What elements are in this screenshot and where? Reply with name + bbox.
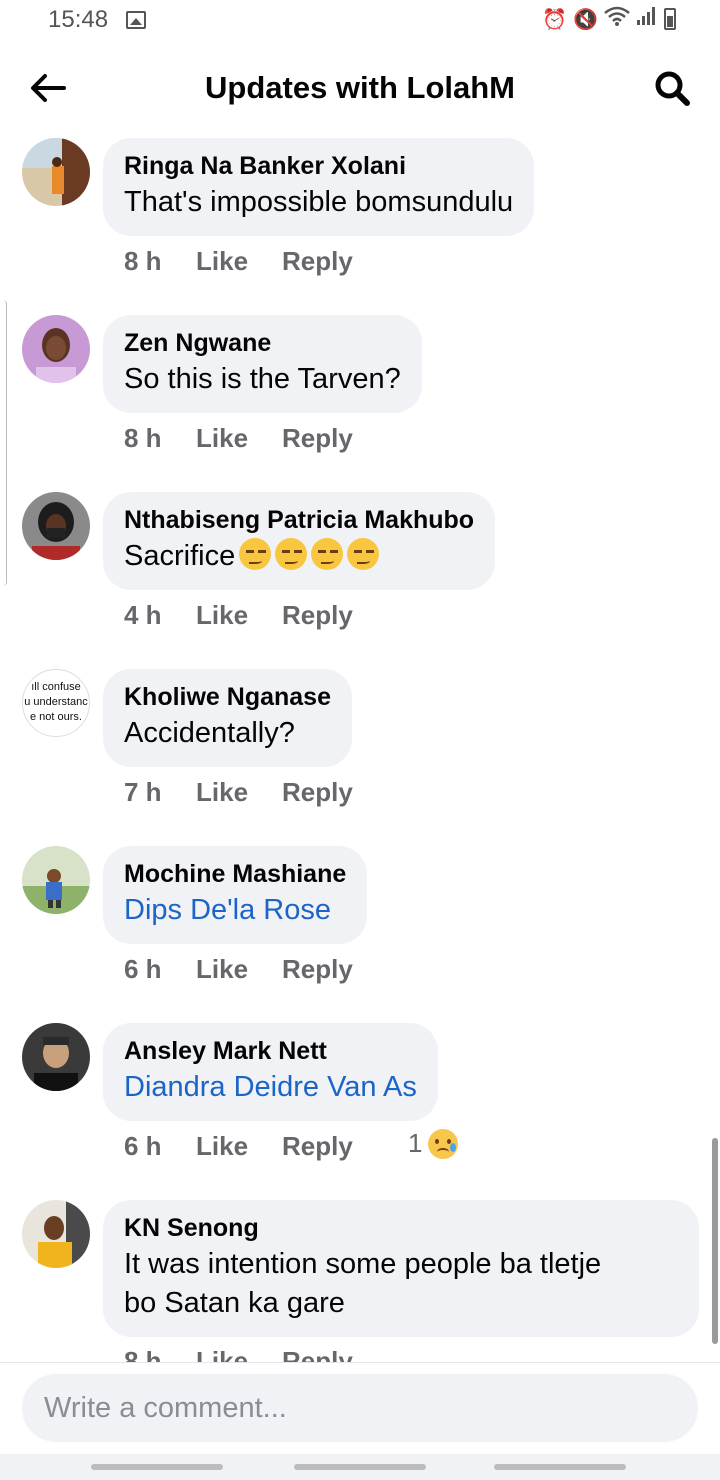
comment-time: 6 h bbox=[124, 1131, 162, 1161]
like-button[interactable]: Like bbox=[196, 600, 282, 631]
comment-bubble[interactable]: Ansley Mark Nett Diandra Deidre Van As bbox=[103, 1023, 438, 1121]
reply-button[interactable]: Reply bbox=[282, 1346, 353, 1362]
avatar[interactable] bbox=[22, 846, 90, 914]
comment-author[interactable]: Nthabiseng Patricia Makhubo bbox=[124, 505, 474, 535]
nav-back-button[interactable] bbox=[494, 1464, 626, 1470]
comment-list[interactable]: Ringa Na Banker Xolani That's impossible… bbox=[0, 128, 720, 1362]
scrollbar-thumb[interactable] bbox=[712, 1138, 718, 1344]
comment-text-line: bo Satan ka gare bbox=[124, 1287, 345, 1319]
tagged-user-link[interactable]: Diandra Deidre Van As bbox=[124, 1068, 417, 1107]
nav-home-button[interactable] bbox=[294, 1464, 426, 1470]
sad-face-icon bbox=[428, 1128, 459, 1159]
like-button[interactable]: Like bbox=[196, 246, 282, 277]
avatar[interactable]: ıll confuse u understanc e not ours. bbox=[22, 669, 90, 737]
like-button[interactable]: Like bbox=[196, 1131, 282, 1162]
smirking-face-icon bbox=[347, 538, 380, 570]
smirking-face-icon bbox=[311, 538, 344, 570]
comment-bubble[interactable]: Nthabiseng Patricia Makhubo Sacrifice bbox=[103, 492, 496, 590]
comment-actions: 6 h Like Reply bbox=[124, 1131, 353, 1162]
reply-button[interactable]: Reply bbox=[282, 777, 353, 808]
comment-text: Accidentally? bbox=[124, 717, 295, 749]
comment-time: 8 h bbox=[124, 246, 162, 276]
comment-bubble[interactable]: Ringa Na Banker Xolani That's impossible… bbox=[103, 138, 535, 236]
smirking-face-icon bbox=[239, 538, 272, 570]
comment-author[interactable]: Ansley Mark Nett bbox=[124, 1036, 417, 1066]
avatar[interactable] bbox=[22, 315, 90, 383]
comment-author[interactable]: Kholiwe Nganase bbox=[124, 682, 331, 712]
comment-text-line: It was intention some people ba tletje bbox=[124, 1248, 602, 1280]
left-edge-panel-handle[interactable] bbox=[0, 300, 7, 586]
avatar[interactable] bbox=[22, 138, 90, 206]
mute-icon: 🔇 bbox=[573, 8, 598, 31]
comment-actions: 8 h Like Reply bbox=[124, 246, 353, 277]
comment-author[interactable]: KN Senong bbox=[124, 1213, 678, 1243]
comment-text: So this is the Tarven? bbox=[124, 363, 401, 395]
reaction-count: 1 bbox=[408, 1128, 423, 1158]
status-time: 15:48 bbox=[48, 6, 109, 33]
avatar[interactable] bbox=[22, 492, 90, 560]
battery-icon bbox=[664, 8, 676, 30]
avatar-text-line: u understanc bbox=[24, 696, 88, 708]
reply-button[interactable]: Reply bbox=[282, 246, 353, 277]
like-button[interactable]: Like bbox=[196, 954, 282, 985]
signal-icon bbox=[636, 6, 658, 32]
reply-button[interactable]: Reply bbox=[282, 954, 353, 985]
like-button[interactable]: Like bbox=[196, 1346, 282, 1362]
comment-actions: 6 h Like Reply bbox=[124, 954, 353, 985]
comment-actions: 7 h Like Reply bbox=[124, 777, 353, 808]
reply-button[interactable]: Reply bbox=[282, 600, 353, 631]
comment-time: 6 h bbox=[124, 954, 162, 984]
avatar-text-line: e not ours. bbox=[30, 711, 82, 723]
tagged-user-link[interactable]: Dips De'la Rose bbox=[124, 891, 346, 930]
comment-author[interactable]: Mochine Mashiane bbox=[124, 859, 346, 889]
comment-text: That's impossible bomsundulu bbox=[124, 186, 514, 218]
reply-button[interactable]: Reply bbox=[282, 423, 353, 454]
comment-time: 8 h bbox=[124, 423, 162, 453]
avatar[interactable] bbox=[22, 1200, 90, 1268]
comment-author[interactable]: Zen Ngwane bbox=[124, 328, 401, 358]
like-button[interactable]: Like bbox=[196, 423, 282, 454]
comment-text: Sacrifice bbox=[124, 537, 474, 576]
search-button[interactable] bbox=[652, 68, 692, 108]
app-header: Updates with LolahM bbox=[0, 52, 720, 124]
avatar-text-line: ıll confuse bbox=[31, 681, 81, 693]
reply-button[interactable]: Reply bbox=[282, 1131, 353, 1162]
nav-recent-button[interactable] bbox=[91, 1464, 223, 1470]
search-icon bbox=[655, 71, 690, 106]
comment-time: 8 h bbox=[124, 1346, 162, 1362]
comment-bubble[interactable]: KN Senong It was intention some people b… bbox=[103, 1200, 699, 1337]
avatar[interactable] bbox=[22, 1023, 90, 1091]
reaction-summary[interactable]: 1 bbox=[408, 1128, 459, 1159]
status-bar: 15:48 ⏰ 🔇 bbox=[0, 0, 720, 44]
image-notification-icon bbox=[126, 11, 146, 29]
like-button[interactable]: Like bbox=[196, 777, 282, 808]
comment-bubble[interactable]: Mochine Mashiane Dips De'la Rose bbox=[103, 846, 368, 944]
smirking-face-icon bbox=[275, 538, 308, 570]
alarm-icon: ⏰ bbox=[542, 8, 568, 31]
comment-text-value: Sacrifice bbox=[124, 540, 236, 572]
comment-time: 7 h bbox=[124, 777, 162, 807]
comment-author[interactable]: Ringa Na Banker Xolani bbox=[124, 151, 513, 181]
page-title: Updates with LolahM bbox=[205, 70, 515, 105]
system-nav-bar bbox=[0, 1454, 720, 1480]
comment-actions: 8 h Like Reply bbox=[124, 1346, 353, 1362]
comment-actions: 4 h Like Reply bbox=[124, 600, 353, 631]
comment-composer bbox=[0, 1362, 720, 1455]
comment-bubble[interactable]: Zen Ngwane So this is the Tarven? bbox=[103, 315, 422, 413]
comment-input[interactable] bbox=[22, 1374, 698, 1442]
wifi-icon bbox=[604, 6, 630, 32]
comment-time: 4 h bbox=[124, 600, 162, 630]
comment-bubble[interactable]: Kholiwe Nganase Accidentally? bbox=[103, 669, 352, 767]
status-icons: ⏰ 🔇 bbox=[542, 6, 676, 32]
comment-actions: 8 h Like Reply bbox=[124, 423, 353, 454]
